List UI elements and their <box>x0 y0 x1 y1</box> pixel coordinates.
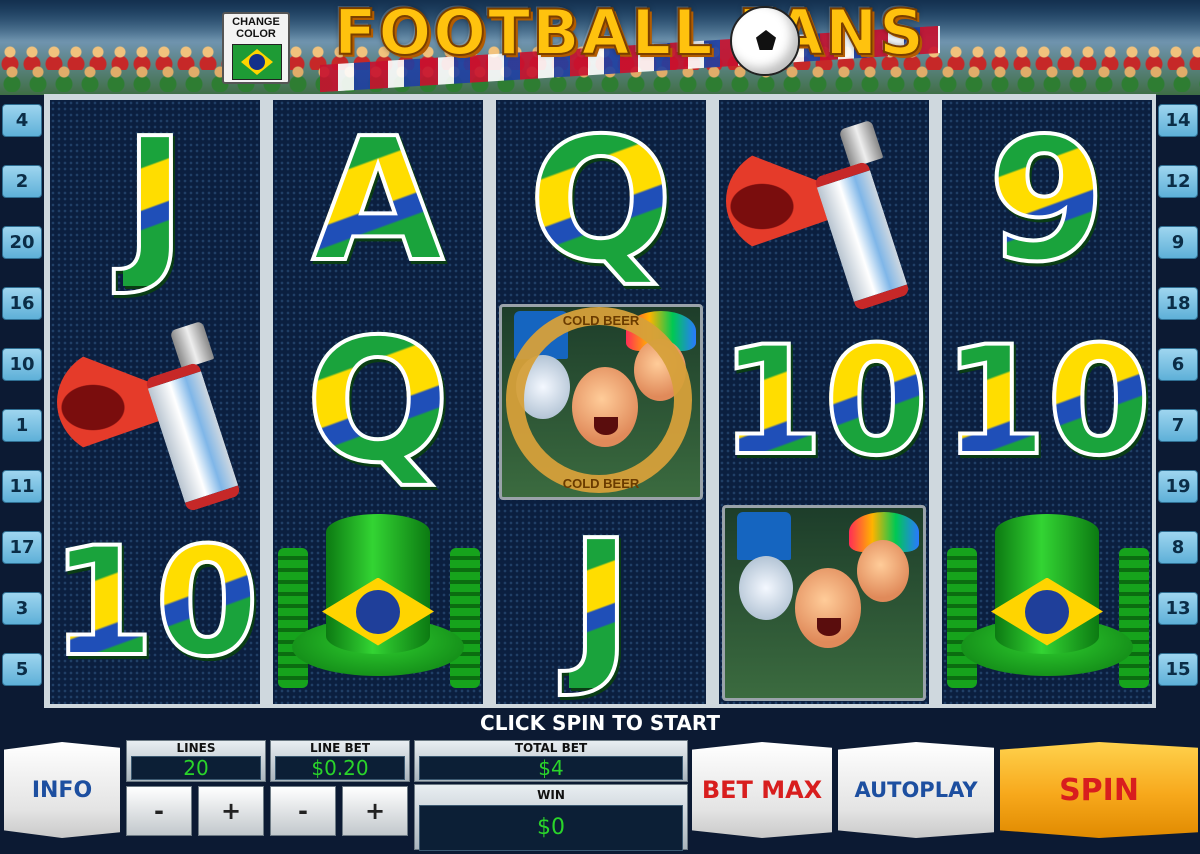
line-bet-title: LINE BET <box>309 741 371 755</box>
payline-tab[interactable]: 18 <box>1158 287 1198 320</box>
bonus-ring-text: COLD BEER <box>562 312 640 328</box>
spin-button[interactable]: SPIN <box>1000 742 1198 838</box>
lines-value: 20 <box>131 756 261 780</box>
payline-tab[interactable]: 17 <box>2 531 42 564</box>
cold-beer-bonus-icon: COLD BEER COLD BEER <box>499 303 703 500</box>
air-horn-icon <box>55 307 255 512</box>
change-color-label: CHANGE COLOR <box>232 16 280 40</box>
payline-tab[interactable]: 12 <box>1158 165 1198 198</box>
reel-2: A Q <box>273 100 483 704</box>
payline-tab[interactable]: 4 <box>2 104 42 137</box>
symbol-q: Q <box>304 302 453 501</box>
reel-symbol: Q <box>273 301 483 502</box>
line-bet-plus-button[interactable]: + <box>342 786 408 836</box>
payline-tab[interactable]: 2 <box>2 165 42 198</box>
symbol-10: 10 <box>49 515 262 690</box>
payline-tab[interactable]: 5 <box>2 653 42 686</box>
payline-tab[interactable]: 19 <box>1158 470 1198 503</box>
reel-symbol <box>50 301 260 512</box>
payline-tab[interactable]: 20 <box>2 226 42 259</box>
symbol-a: A <box>310 101 446 300</box>
reel-symbol: 10 <box>718 301 931 502</box>
symbol-9: 9 <box>986 101 1108 300</box>
air-horn-icon <box>724 106 924 311</box>
payline-tab[interactable]: 3 <box>2 592 42 625</box>
reel-symbol: 10 <box>941 301 1154 502</box>
brazil-flag-icon <box>232 44 282 80</box>
payline-tab[interactable]: 9 <box>1158 226 1198 259</box>
payline-tab[interactable]: 13 <box>1158 592 1198 625</box>
symbol-10: 10 <box>941 314 1154 489</box>
lines-plus-button[interactable]: + <box>198 786 264 836</box>
payline-tab[interactable]: 14 <box>1158 104 1198 137</box>
payline-tab[interactable]: 1 <box>2 409 42 442</box>
line-bet-value: $0.20 <box>275 756 405 780</box>
reel-4: 10 <box>718 100 931 704</box>
fans-wild-icon <box>722 504 926 701</box>
logo-text: FOOTBALL FANS <box>333 0 926 70</box>
football-icon <box>730 6 800 76</box>
payline-tab[interactable]: 15 <box>1158 653 1198 686</box>
reel-symbol: A <box>273 100 483 301</box>
green-hat-icon <box>947 508 1149 698</box>
bonus-ring-text: COLD BEER <box>562 475 640 491</box>
lines-panel: LINES 20 <box>126 740 266 782</box>
line-bet-panel: LINE BET $0.20 <box>270 740 410 782</box>
reel-symbol: J <box>50 100 260 301</box>
payline-tab[interactable]: 11 <box>2 470 42 503</box>
autoplay-button[interactable]: AUTOPLAY <box>838 742 994 838</box>
payline-tab[interactable]: 16 <box>2 287 42 320</box>
reel-3: Q COLD BEER COLD BEER J <box>496 100 706 704</box>
total-bet-value: $4 <box>419 756 683 780</box>
reel-5: 9 10 <box>941 100 1154 704</box>
reel-symbol <box>719 100 929 311</box>
symbol-10: 10 <box>718 314 931 489</box>
payline-tab[interactable]: 8 <box>1158 531 1198 564</box>
win-panel: WIN $0 <box>414 784 688 851</box>
reel-symbol <box>719 502 929 703</box>
reel-symbol: COLD BEER COLD BEER <box>496 301 706 502</box>
reel-1: J 10 <box>49 100 262 704</box>
payline-tab[interactable]: 10 <box>2 348 42 381</box>
win-value: $0 <box>419 805 683 851</box>
lines-title: LINES <box>176 741 216 755</box>
reel-symbol: J <box>496 502 706 703</box>
reel-symbol: 10 <box>49 502 262 703</box>
bet-max-button[interactable]: BET MAX <box>692 742 832 838</box>
info-button[interactable]: INFO <box>4 742 120 838</box>
game-logo: FOOTBALL FANS <box>320 0 940 88</box>
symbol-j: J <box>567 503 634 702</box>
line-bet-minus-button[interactable]: - <box>270 786 336 836</box>
payline-tab[interactable]: 6 <box>1158 348 1198 381</box>
win-title: WIN <box>537 788 565 802</box>
green-hat-icon <box>278 508 480 698</box>
reel-symbol <box>942 502 1152 703</box>
total-bet-panel: TOTAL BET $4 <box>414 740 688 782</box>
symbol-q: Q <box>527 101 676 300</box>
reel-symbol: Q <box>496 100 706 301</box>
lines-minus-button[interactable]: - <box>126 786 192 836</box>
status-message: CLICK SPIN TO START <box>0 708 1200 738</box>
reel-symbol <box>273 502 483 703</box>
total-bet-title: TOTAL BET <box>514 741 588 755</box>
symbol-j: J <box>121 101 188 300</box>
change-color-button[interactable]: CHANGE COLOR <box>222 12 290 84</box>
reel-symbol: 9 <box>942 100 1152 301</box>
payline-tab[interactable]: 7 <box>1158 409 1198 442</box>
